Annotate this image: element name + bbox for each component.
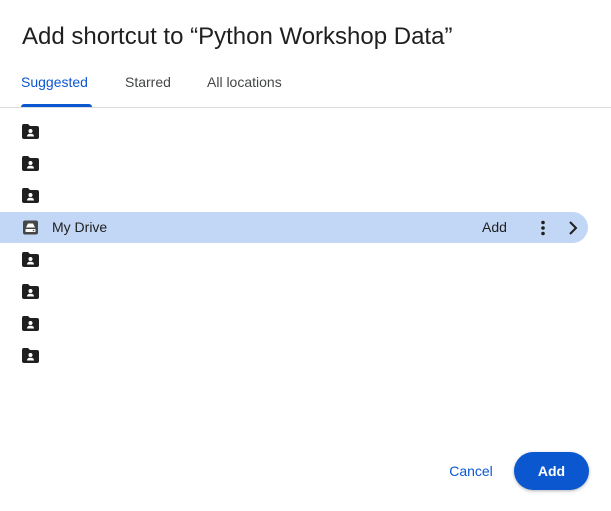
list-item[interactable] xyxy=(0,308,611,340)
shared-folder-icon xyxy=(22,124,39,139)
shared-folder-icon xyxy=(22,188,39,203)
add-button[interactable]: Add xyxy=(514,452,589,490)
active-tab-indicator xyxy=(21,104,92,107)
dialog-title: Add shortcut to “Python Workshop Data” xyxy=(22,23,453,50)
list-item[interactable] xyxy=(0,116,611,148)
add-shortcut-dialog: Add shortcut to “Python Workshop Data” S… xyxy=(0,0,611,511)
list-item[interactable] xyxy=(0,180,611,212)
shared-folder-icon xyxy=(22,284,39,299)
cancel-button[interactable]: Cancel xyxy=(441,453,501,489)
list-item-my-drive[interactable]: My Drive Add xyxy=(0,212,611,244)
tab-starred[interactable]: Starred xyxy=(125,74,171,90)
tab-all-locations[interactable]: All locations xyxy=(207,74,282,90)
drive-icon xyxy=(23,220,38,235)
location-list: My Drive Add xyxy=(0,116,611,372)
more-vert-icon[interactable] xyxy=(535,219,551,237)
list-item[interactable] xyxy=(0,148,611,180)
add-here-button[interactable]: Add xyxy=(482,219,507,235)
chevron-right-icon[interactable] xyxy=(565,219,581,237)
shared-folder-icon xyxy=(22,316,39,331)
shared-folder-icon xyxy=(22,252,39,267)
shared-folder-icon xyxy=(22,156,39,171)
list-item[interactable] xyxy=(0,276,611,308)
shared-folder-icon xyxy=(22,348,39,363)
list-item[interactable] xyxy=(0,244,611,276)
list-item[interactable] xyxy=(0,340,611,372)
tab-bar: Suggested Starred All locations xyxy=(0,62,611,108)
tab-suggested[interactable]: Suggested xyxy=(21,74,88,90)
list-item-label: My Drive xyxy=(52,219,108,235)
